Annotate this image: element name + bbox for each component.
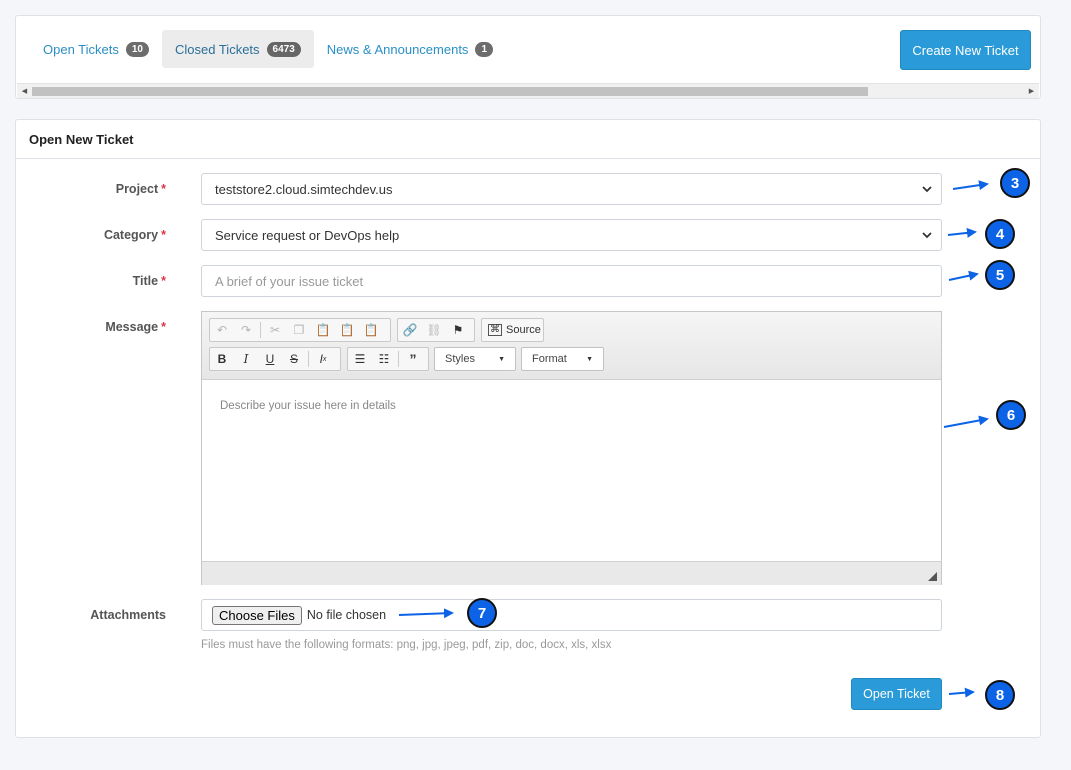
arrow-4 xyxy=(947,227,977,238)
arrow-3 xyxy=(952,180,989,191)
arrow-7 xyxy=(398,608,454,619)
callout-5: 5 xyxy=(985,260,1015,290)
arrow-8 xyxy=(948,687,975,698)
arrow-6 xyxy=(943,415,989,428)
callout-7: 7 xyxy=(467,598,497,628)
callout-6: 6 xyxy=(996,400,1026,430)
callout-4: 4 xyxy=(985,219,1015,249)
annotation-arrows xyxy=(398,180,989,698)
arrow-5 xyxy=(948,270,979,281)
callout-8: 8 xyxy=(985,680,1015,710)
callout-3: 3 xyxy=(1000,168,1030,198)
